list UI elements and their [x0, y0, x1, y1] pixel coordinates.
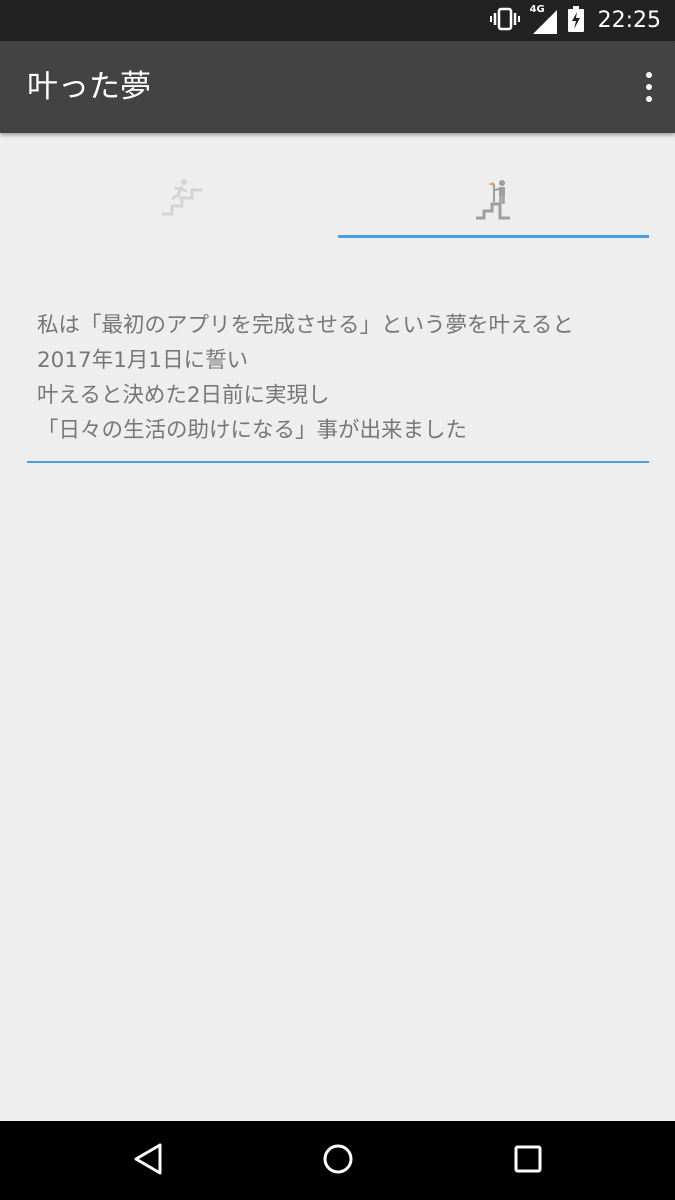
home-icon — [322, 1143, 354, 1179]
back-button[interactable] — [108, 1121, 188, 1200]
dream-text-line: 叶えると決めた2日前に実現し — [37, 383, 330, 408]
more-vert-icon[interactable] — [637, 67, 661, 107]
status-time: 22:25 — [597, 8, 661, 33]
app-title: 叶った夢 — [27, 69, 151, 105]
recents-icon — [513, 1144, 543, 1178]
tab-in-progress[interactable] — [27, 160, 338, 240]
dream-text-line: 私は「最初のアプリを完成させる」という夢を叶えると — [37, 313, 574, 338]
dream-text-field[interactable]: 私は「最初のアプリを完成させる」という夢を叶えると 2017年1月1日に誓い 叶… — [27, 308, 649, 463]
dream-text-line: 「日々の生活の助けになる」事が出来ました — [37, 418, 468, 443]
signal-icon: 4G — [530, 4, 558, 35]
dream-text: 私は「最初のアプリを完成させる」という夢を叶えると 2017年1月1日に誓い 叶… — [27, 308, 649, 448]
status-icons: 4G 22:25 — [489, 0, 661, 41]
navigation-bar — [0, 1121, 675, 1200]
home-button[interactable] — [298, 1121, 378, 1200]
recents-button[interactable] — [488, 1121, 568, 1200]
tab-bar — [27, 160, 649, 240]
battery-charging-icon — [567, 5, 584, 36]
back-icon — [132, 1142, 164, 1180]
dream-field-underline — [27, 461, 649, 463]
tab-achieved[interactable] — [338, 160, 649, 240]
app-bar: 叶った夢 — [0, 41, 675, 133]
status-bar: 4G 22:25 — [0, 0, 675, 41]
vibrate-icon — [489, 7, 520, 35]
running-stairs-icon — [160, 178, 206, 222]
dream-text-line: 2017年1月1日に誓い — [37, 348, 249, 373]
summit-flag-icon — [474, 178, 514, 224]
tab-selected-indicator — [338, 235, 649, 238]
